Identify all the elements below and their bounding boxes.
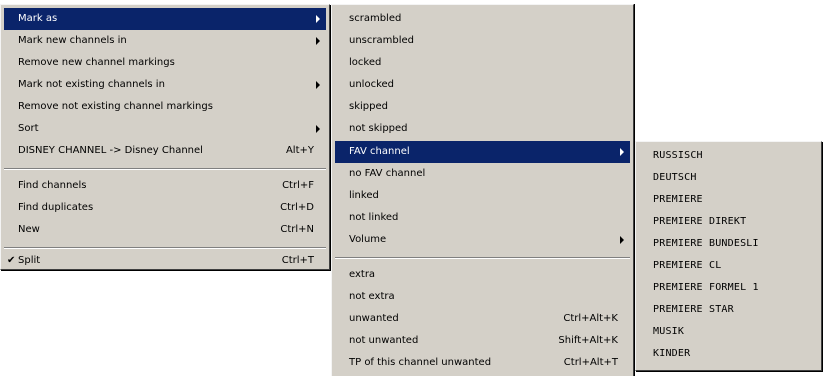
menu-item-sort[interactable]: Sort [4,118,326,140]
menu-item-label: PREMIERE DIREKT [653,216,747,227]
menu-item-not-extra[interactable]: not extra [335,286,630,308]
checkmark-icon: ✔ [7,255,16,266]
menu-item-fav-channel[interactable]: FAV channel [335,141,630,163]
menu-item-not-unwanted[interactable]: not unwanted Shift+Alt+K [335,330,630,352]
menu-item-not-linked[interactable]: not linked [335,207,630,229]
menu-item-label: Find duplicates [18,202,94,213]
menu-item-label: DEUTSCH [653,172,697,183]
menu-item-label: unlocked [349,79,395,90]
fav-list-item-premiere-star[interactable]: PREMIERE STAR [639,299,818,321]
menu-item-label: TP of this channel unwanted [349,357,492,368]
menu-item-shortcut: Ctrl+F [282,180,314,191]
submenu-fav-channel: RUSSISCH DEUTSCH PREMIERE PREMIERE DIREK… [635,141,822,371]
menu-item-label: unscrambled [349,35,414,46]
fav-list-item-deutsch[interactable]: DEUTSCH [639,167,818,189]
menu-item-unwanted[interactable]: unwanted Ctrl+Alt+K [335,308,630,330]
menu-item-label: DISNEY CHANNEL -> Disney Channel [18,145,203,156]
menu-item-label: Mark new channels in [18,35,127,46]
menu-item-label: PREMIERE BUNDESLI [653,238,759,249]
menu-item-remove-not-existing-channel-markings[interactable]: Remove not existing channel markings [4,96,326,118]
menu-item-no-fav-channel[interactable]: no FAV channel [335,163,630,185]
menu-item-label: not linked [349,212,399,223]
menu-item-tp-unwanted[interactable]: TP of this channel unwanted Ctrl+Alt+T [335,352,630,374]
menu-item-mark-new-channels-in[interactable]: Mark new channels in [4,30,326,52]
menu-item-label: not extra [349,291,395,302]
menu-item-label: PREMIERE STAR [653,304,734,315]
menu-separator [335,257,630,259]
fav-list-item-premiere[interactable]: PREMIERE [639,189,818,211]
menu-item-label: New [18,224,40,235]
menu-item-label: RUSSISCH [653,150,703,161]
menu-item-label: Mark not existing channels in [18,79,165,90]
fav-list-item-premiere-cl[interactable]: PREMIERE CL [639,255,818,277]
menu-item-shortcut: Ctrl+D [280,202,314,213]
menu-item-new[interactable]: New Ctrl+N [4,219,326,241]
menu-item-label: not unwanted [349,335,419,346]
menu-item-label: extra [349,269,376,280]
menu-item-unscrambled[interactable]: unscrambled [335,30,630,52]
submenu-arrow-icon [316,15,320,23]
submenu-arrow-icon [316,37,320,45]
menu-item-skipped[interactable]: skipped [335,96,630,118]
menu-item-linked[interactable]: linked [335,185,630,207]
menu-item-label: Remove not existing channel markings [18,101,213,112]
menu-item-label: skipped [349,101,388,112]
menu-item-scrambled[interactable]: scrambled [335,8,630,30]
menu-separator [4,247,326,249]
menu-item-remove-new-channel-markings[interactable]: Remove new channel markings [4,52,326,74]
menu-item-find-duplicates[interactable]: Find duplicates Ctrl+D [4,197,326,219]
menu-item-label: Find channels [18,180,87,191]
menu-item-label: not skipped [349,123,408,134]
menu-item-label: scrambled [349,13,402,24]
menu-item-extra[interactable]: extra [335,264,630,286]
fav-list-item-premiere-bundesli[interactable]: PREMIERE BUNDESLI [639,233,818,255]
fav-list-item-russisch[interactable]: RUSSISCH [639,145,818,167]
menu-item-not-skipped[interactable]: not skipped [335,118,630,140]
fav-list-item-musik[interactable]: MUSIK [639,321,818,343]
menu-item-label: Sort [18,123,39,134]
menu-item-label: PREMIERE [653,194,703,205]
menu-item-unlocked[interactable]: unlocked [335,74,630,96]
menu-item-shortcut: Ctrl+Alt+K [563,313,618,324]
context-menu-main: Mark as Mark new channels in Remove new … [0,4,330,270]
menu-item-label: PREMIERE CL [653,260,722,271]
menu-item-label: Volume [349,234,387,245]
submenu-arrow-icon [316,81,320,89]
menu-item-label: locked [349,57,382,68]
menu-item-shortcut: Alt+Y [285,145,314,156]
fav-list-item-premiere-formel-1[interactable]: PREMIERE FORMEL 1 [639,277,818,299]
menu-item-mark-not-existing-channels-in[interactable]: Mark not existing channels in [4,74,326,96]
submenu-mark-as: scrambled unscrambled locked unlocked sk… [331,4,634,376]
submenu-arrow-icon [620,236,624,244]
menu-item-label: FAV channel [349,146,410,157]
menu-item-label: PREMIERE FORMEL 1 [653,282,759,293]
menu-item-split[interactable]: ✔ Split Ctrl+T [4,252,326,270]
menu-item-label: linked [349,190,379,201]
menu-item-mark-as[interactable]: Mark as [4,8,326,30]
menu-item-volume[interactable]: Volume [335,229,630,251]
menu-item-locked[interactable]: locked [335,52,630,74]
menu-item-label: Mark as [18,13,58,24]
menu-item-label: unwanted [349,313,399,324]
menu-item-label: KINDER [653,348,691,359]
menu-item-shortcut: Shift+Alt+K [558,335,618,346]
menu-item-label: Remove new channel markings [18,57,175,68]
submenu-arrow-icon [620,148,624,156]
fav-list-item-kinder[interactable]: KINDER [639,343,818,365]
menu-item-label: no FAV channel [349,168,426,179]
menu-separator [4,168,326,170]
menu-item-shortcut: Ctrl+Alt+T [563,357,618,368]
menu-item-shortcut: Ctrl+T [281,255,314,266]
menu-item-find-channels[interactable]: Find channels Ctrl+F [4,175,326,197]
menu-item-label: Split [18,255,41,266]
menu-item-shortcut: Ctrl+N [280,224,314,235]
fav-list-item-premiere-direkt[interactable]: PREMIERE DIREKT [639,211,818,233]
menu-item-rename-disney-channel[interactable]: DISNEY CHANNEL -> Disney Channel Alt+Y [4,140,326,162]
submenu-arrow-icon [316,125,320,133]
menu-item-label: MUSIK [653,326,685,337]
